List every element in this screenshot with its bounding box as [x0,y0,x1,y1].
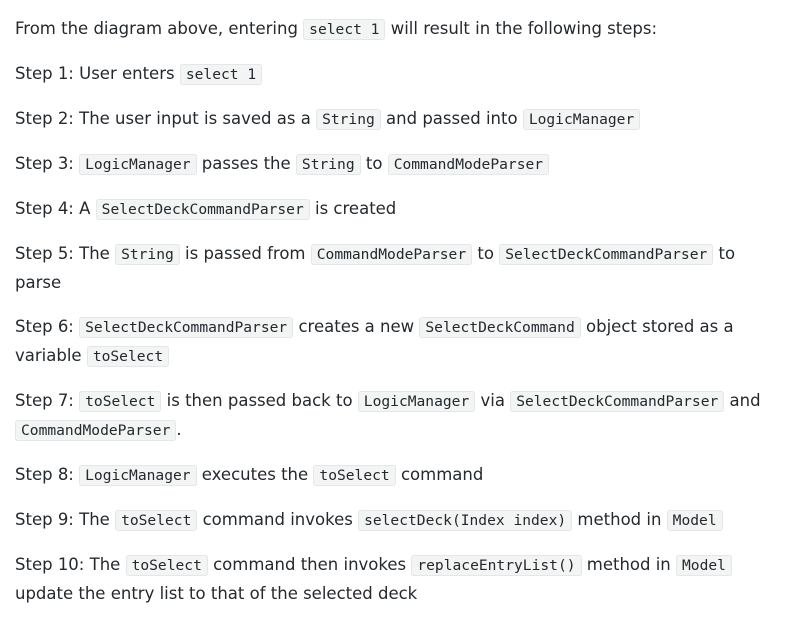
step-text: and passed into [380,109,523,128]
inline-code: SelectDeckCommandParser [510,391,725,412]
inline-code: SelectDeckCommandParser [499,244,714,265]
step-text: The [89,555,126,574]
inline-code: toSelect [313,465,396,486]
inline-code: LogicManager [357,391,476,412]
inline-code: Model [676,555,732,576]
step-text: executes the [196,465,314,484]
step-text: method in [572,510,667,529]
intro-text: From the diagram above, entering [15,19,304,38]
step-3: Step 3: LogicManager passes the String t… [15,150,780,179]
step-text: update the entry list to that of the sel… [15,584,418,603]
step-8: Step 8: LogicManager executes the toSele… [15,461,780,490]
step-5: Step 5: The String is passed from Comman… [15,240,780,297]
step-label: Step 1: [15,64,80,83]
inline-code: toSelect [79,391,162,412]
step-label: Step 9: [15,510,80,529]
step-2: Step 2: The user input is saved as a Str… [15,105,780,134]
inline-code: String [115,244,180,265]
step-text: creates a new [293,317,420,336]
step-text: to [360,154,388,173]
step-label: Step 3: [15,154,80,173]
step-text: The [79,244,116,263]
step-label: Step 8: [15,465,80,484]
inline-code: toSelect [125,555,208,576]
inline-code: replaceEntryList() [411,555,582,576]
inline-code: CommandModeParser [15,420,177,441]
inline-code: LogicManager [522,109,641,130]
intro-text: will result in the following steps: [385,19,658,38]
inline-code: String [295,154,361,175]
inline-code: selectDeck(Index index) [358,510,573,531]
inline-code: CommandModeParser [387,154,550,175]
step-text: command then invokes [207,555,412,574]
step-1: Step 1: User enters select 1 [15,60,780,89]
inline-code: String [316,109,381,130]
step-label: Step 6: [15,317,80,336]
step-text: command invokes [197,510,359,529]
step-4: Step 4: A SelectDeckCommandParser is cre… [15,195,780,224]
document-body: From the diagram above, entering select … [0,0,800,608]
step-text: via [475,391,511,410]
intro-paragraph: From the diagram above, entering select … [15,15,780,44]
step-text: to [472,244,500,263]
step-label: Step 7: [15,391,80,410]
step-text: and [724,391,761,410]
inline-code: CommandModeParser [310,244,473,265]
step-text: The [79,510,116,529]
inline-code: LogicManager [79,465,197,486]
inline-code: toSelect [86,346,170,367]
step-7: Step 7: toSelect is then passed back to … [15,387,780,445]
step-label: Step 5: [15,244,80,263]
step-10: Step 10: The toSelect command then invok… [15,551,780,608]
step-text: passes the [196,154,296,173]
step-text: method in [581,555,677,574]
step-text: The user input is saved as a [79,109,317,128]
step-text: is passed from [179,244,311,263]
step-text: command [395,465,484,484]
step-6: Step 6: SelectDeckCommandParser creates … [15,313,780,371]
inline-code: select 1 [179,64,263,85]
inline-code: SelectDeckCommandParser [79,317,294,338]
step-text: is then passed back to [161,391,358,410]
step-label: Step 2: [15,109,80,128]
step-text: User enters [79,64,180,83]
step-label: Step 4: [15,199,80,218]
inline-code: SelectDeckCommand [419,317,581,338]
step-text: A [79,199,96,218]
step-label: Step 10: [15,555,90,574]
step-text: . [176,420,182,439]
step-9: Step 9: The toSelect command invokes sel… [15,506,780,535]
inline-code: SelectDeckCommandParser [95,199,310,220]
inline-code: toSelect [115,510,198,531]
inline-code: LogicManager [79,154,197,175]
inline-code: Model [666,510,723,531]
inline-code: select 1 [303,19,386,40]
step-text: is created [309,199,397,218]
